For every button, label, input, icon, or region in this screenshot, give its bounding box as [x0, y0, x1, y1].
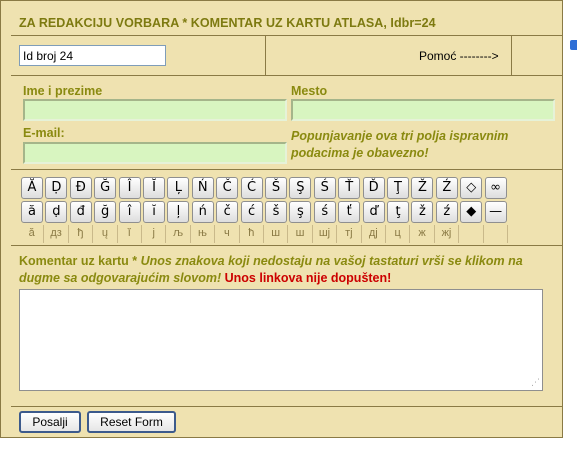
key-upper-11[interactable]: Ş	[289, 177, 312, 199]
cyrillic-hint-11: ш	[288, 225, 313, 243]
link-warning: Unos linkova nije dopušten!	[224, 271, 392, 285]
cyrillic-hint-4: ĭ	[118, 225, 142, 243]
divider	[11, 169, 562, 170]
key-upper-2[interactable]: Đ	[69, 177, 92, 199]
divider	[11, 75, 562, 76]
key-upper-18[interactable]: ◇	[460, 177, 483, 199]
cyrillic-hint-0: ă	[20, 225, 45, 243]
key-upper-9[interactable]: Ć	[240, 177, 263, 199]
comment-label: Komentar uz kartu *	[19, 254, 138, 268]
key-lower-16[interactable]: ž	[411, 201, 434, 223]
cyrillic-hint-6: љ	[166, 225, 191, 243]
side-tab-icon[interactable]	[570, 40, 577, 50]
id-number-field[interactable]	[19, 45, 166, 66]
key-lower-15[interactable]: ţ	[387, 201, 409, 223]
form-title: ZA REDAKCIJU VORBARA * KOMENTAR UZ KARTU…	[19, 16, 436, 30]
resize-grip-icon[interactable]: ⋰	[531, 379, 540, 388]
key-lower-3[interactable]: ğ	[94, 201, 117, 223]
key-upper-3[interactable]: Ğ	[94, 177, 117, 199]
key-upper-4[interactable]: Î	[118, 177, 141, 199]
key-lower-9[interactable]: ć	[240, 201, 263, 223]
email-input[interactable]	[23, 142, 287, 164]
comment-textarea[interactable]: ⋰	[19, 289, 543, 391]
key-lower-0[interactable]: ă	[21, 201, 43, 223]
key-lower-2[interactable]: đ	[69, 201, 92, 223]
key-upper-6[interactable]: Ļ	[167, 177, 190, 199]
key-lower-14[interactable]: ď	[362, 201, 385, 223]
key-upper-16[interactable]: Ž	[411, 177, 434, 199]
key-lower-10[interactable]: š	[265, 201, 287, 223]
cyrillic-hint-2: ђ	[69, 225, 94, 243]
key-upper-0[interactable]: Ă	[21, 177, 43, 199]
key-lower-13[interactable]: ť	[338, 201, 361, 223]
key-upper-14[interactable]: Ď	[362, 177, 385, 199]
key-upper-15[interactable]: Ţ	[387, 177, 409, 199]
key-upper-13[interactable]: Ť	[338, 177, 361, 199]
divider	[265, 35, 266, 75]
email-label: E-mail:	[23, 126, 65, 140]
cyrillic-hint-8: ч	[215, 225, 240, 243]
key-upper-10[interactable]: Š	[265, 177, 287, 199]
reset-form-button[interactable]: Reset Form	[87, 411, 176, 433]
cyrillic-hint-19	[484, 225, 508, 243]
name-label: Ime i prezime	[23, 84, 103, 98]
key-upper-17[interactable]: Ź	[435, 177, 458, 199]
divider	[511, 35, 512, 75]
key-upper-12[interactable]: Ś	[313, 177, 336, 199]
divider	[11, 245, 562, 246]
key-lower-4[interactable]: î	[118, 201, 141, 223]
divider	[11, 35, 562, 36]
comment-form-panel: ZA REDAKCIJU VORBARA * KOMENTAR UZ KARTU…	[0, 0, 563, 438]
comment-label-block: Komentar uz kartu * Unos znakova koji ne…	[19, 253, 553, 287]
cyrillic-hint-14: дj	[362, 225, 386, 243]
cyrillic-hint-12: шj	[313, 225, 338, 243]
cyrillic-hint-7: њ	[191, 225, 216, 243]
key-lower-7[interactable]: ń	[191, 201, 214, 223]
key-lower-17[interactable]: ź	[435, 201, 458, 223]
key-lower-19[interactable]: —	[484, 201, 507, 223]
help-link[interactable]: Pomoć -------->	[419, 49, 499, 63]
name-input[interactable]	[23, 99, 287, 121]
key-lower-6[interactable]: ļ	[167, 201, 190, 223]
key-lower-18[interactable]: ◆	[460, 201, 483, 223]
cyrillic-hint-15: ц	[386, 225, 411, 243]
key-upper-5[interactable]: Ĭ	[143, 177, 165, 199]
required-notice: Popunjavanje ova tri polja ispravnim pod…	[291, 129, 509, 160]
key-upper-1[interactable]: Ḍ	[45, 177, 68, 199]
key-lower-12[interactable]: ś	[313, 201, 336, 223]
key-lower-8[interactable]: č	[216, 201, 239, 223]
cyrillic-hint-9: ћ	[240, 225, 264, 243]
cyrillic-hint-16: ж	[410, 225, 435, 243]
key-lower-11[interactable]: ş	[289, 201, 312, 223]
place-input[interactable]	[291, 99, 555, 121]
cyrillic-hint-17: жj	[435, 225, 460, 243]
key-lower-5[interactable]: ĭ	[143, 201, 165, 223]
cyrillic-hint-1: дз	[44, 225, 69, 243]
key-lower-1[interactable]: ḍ	[45, 201, 68, 223]
place-label: Mesto	[291, 84, 328, 98]
key-upper-19[interactable]: ∞	[484, 177, 507, 199]
cyrillic-hint-18	[459, 225, 484, 243]
cyrillic-hint-5: j	[142, 225, 167, 243]
key-upper-7[interactable]: Ń	[191, 177, 214, 199]
cyrillic-hint-3: ų	[93, 225, 118, 243]
cyrillic-hint-13: тj	[337, 225, 362, 243]
key-upper-8[interactable]: Č	[216, 177, 239, 199]
cyrillic-hint-10: ш	[264, 225, 289, 243]
send-button[interactable]: Posalji	[19, 411, 81, 433]
divider	[11, 406, 562, 407]
